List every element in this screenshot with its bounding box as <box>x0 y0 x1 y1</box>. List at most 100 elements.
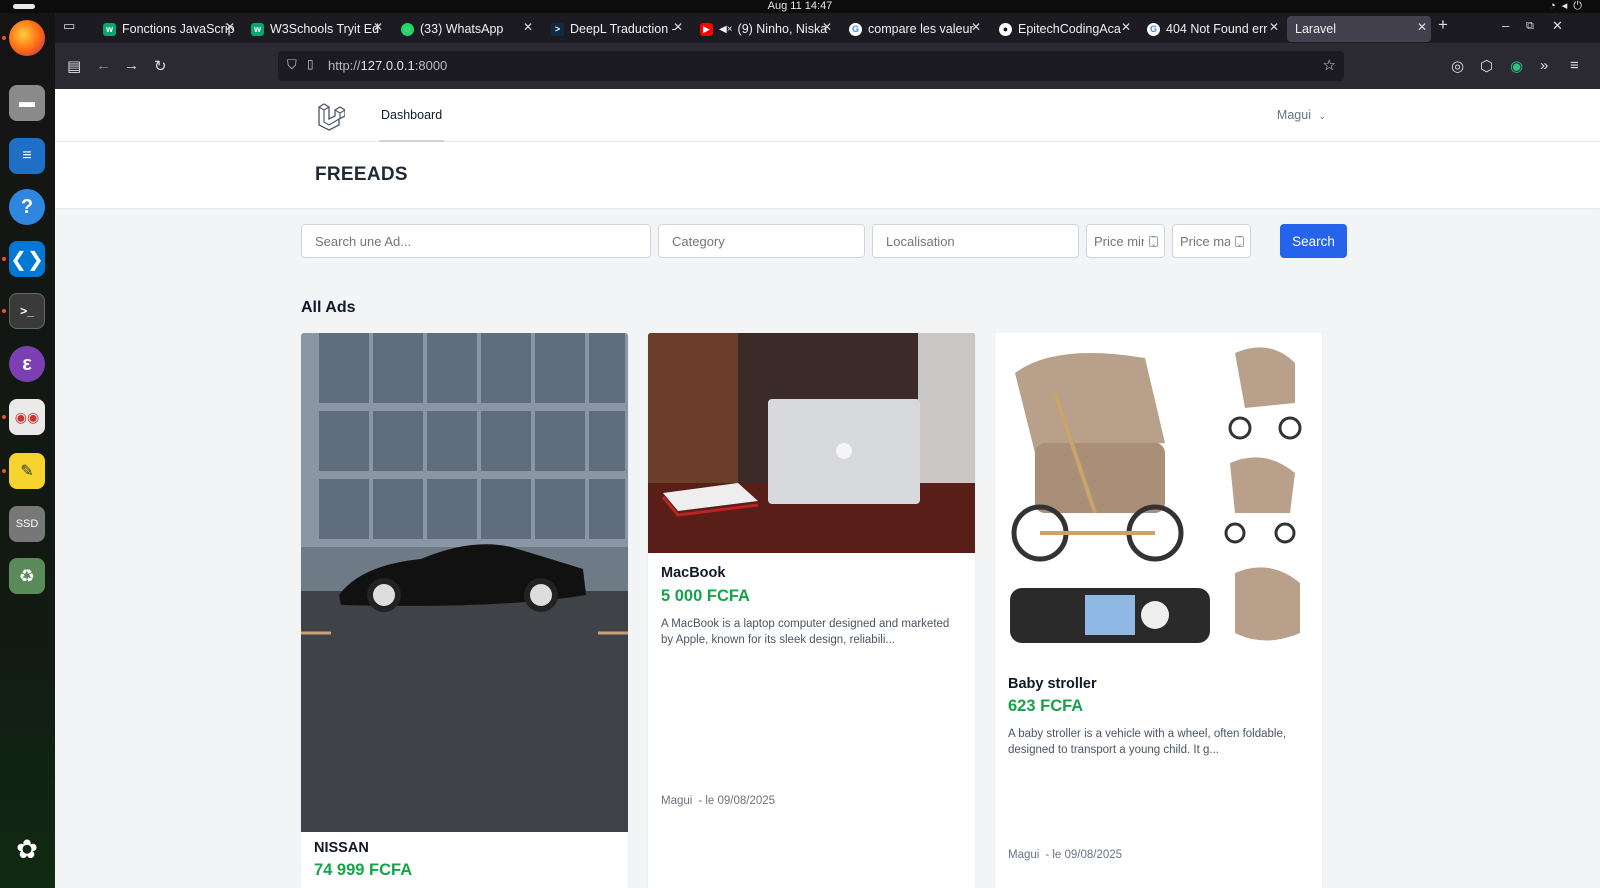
new-tab-icon[interactable]: + <box>1438 15 1448 35</box>
trash-icon[interactable]: ♻ <box>9 558 45 594</box>
ad-image-stroller[interactable] <box>995 333 1322 663</box>
ad-author: Magui <box>661 795 693 807</box>
browser-tab[interactable]: ● EpitechCodingAca ✕ <box>991 16 1135 42</box>
nav-dashboard-link[interactable]: Dashboard <box>379 89 445 142</box>
ad-title[interactable]: Baby stroller <box>1008 676 1097 692</box>
google-icon: G <box>849 22 862 36</box>
url-text: http://127.0.0.1:8000 <box>328 58 448 73</box>
w3schools-icon: w <box>103 22 116 36</box>
system-clock[interactable]: Aug 11 14:47 <box>0 0 1600 12</box>
writer-icon[interactable]: ≡ <box>9 138 45 174</box>
tab-close-icon[interactable]: ✕ <box>1417 20 1427 34</box>
location-input[interactable] <box>872 224 1079 258</box>
tab-label: EpitechCodingAca <box>1018 22 1121 36</box>
search-button[interactable]: Search <box>1280 224 1347 258</box>
emacs-icon[interactable]: ε <box>9 346 45 382</box>
reload-icon[interactable]: ↻ <box>154 57 167 75</box>
ad-card[interactable]: Baby stroller 623 FCFA A baby stroller i… <box>995 333 1322 888</box>
tab-label: Fonctions JavaScrip <box>122 22 235 36</box>
extensions-icon[interactable]: ⬡ <box>1480 57 1493 75</box>
tab-close-icon[interactable]: ✕ <box>1269 20 1279 34</box>
price-max-stepper-icon[interactable]: ⌃ ⌄ <box>1235 236 1244 248</box>
restore-icon[interactable]: ⧉ <box>1526 20 1534 33</box>
user-name: Magui <box>1276 108 1311 122</box>
browser-tab-bar: ▭ w Fonctions JavaScrip ✕ w W3Schools Tr… <box>55 13 1600 43</box>
tab-close-icon[interactable]: ✕ <box>971 20 981 34</box>
browser-tab[interactable]: G 404 Not Found err ✕ <box>1139 16 1283 42</box>
google-icon: G <box>1147 22 1160 36</box>
section-title: All Ads <box>301 299 356 316</box>
ad-meta: Magui - le 09/08/2025 <box>661 795 775 807</box>
ad-description: A MacBook is a laptop computer designed … <box>661 618 950 646</box>
bookmark-star-icon[interactable]: ☆ <box>1323 56 1336 74</box>
tab-close-icon[interactable]: ✕ <box>1121 20 1131 34</box>
browser-tab[interactable]: ◌ (33) WhatsApp ✕ <box>393 16 537 42</box>
power-icon: ⏻ <box>1573 0 1588 12</box>
user-menu[interactable]: Magui ⌄ <box>1277 108 1326 122</box>
ad-date: - le 09/08/2025 <box>698 795 776 807</box>
ad-image-laptop[interactable] <box>648 333 975 553</box>
overflow-icon[interactable]: » <box>1540 57 1548 74</box>
browser-tab[interactable]: w W3Schools Tryit Ed ✕ <box>243 16 387 42</box>
back-icon[interactable]: ← <box>96 57 111 74</box>
minimize-icon[interactable]: – <box>1502 18 1509 33</box>
page-icon: ▯ <box>307 57 314 71</box>
running-indicator <box>2 309 6 313</box>
forward-icon[interactable]: → <box>124 57 139 74</box>
ad-title[interactable]: NISSAN <box>314 840 369 856</box>
browser-tab[interactable]: G compare les valeur ✕ <box>841 16 985 42</box>
tab-overview-icon[interactable]: ▭ <box>63 18 75 34</box>
document-viewer-icon[interactable]: ◉◉ <box>9 399 45 435</box>
app-navigation: Dashboard Magui ⌄ <box>55 89 1600 142</box>
account-icon[interactable]: ◎ <box>1451 57 1464 75</box>
address-bar[interactable]: ⛉ ▯ http://127.0.0.1:8000 ☆ <box>278 51 1344 81</box>
firefox-icon[interactable] <box>9 20 45 56</box>
ad-card[interactable]: MacBook 5 000 FCFA A MacBook is a laptop… <box>648 333 975 888</box>
search-input[interactable] <box>301 224 651 258</box>
tab-close-icon[interactable]: ✕ <box>373 20 383 34</box>
browser-tab[interactable]: w Fonctions JavaScrip ✕ <box>95 16 239 42</box>
running-indicator <box>2 36 6 40</box>
running-indicator <box>2 257 6 261</box>
files-icon[interactable]: ▬ <box>9 85 45 121</box>
browser-tab[interactable]: > DeepL Traduction - ✕ <box>543 16 687 42</box>
ad-card[interactable]: NISSAN 74 999 FCFA <box>301 333 628 888</box>
tab-close-icon[interactable]: ✕ <box>523 20 533 34</box>
category-input[interactable] <box>658 224 865 258</box>
running-indicator <box>2 415 6 419</box>
show-apps-icon[interactable]: ✿ <box>9 831 45 867</box>
shield-icon[interactable]: ⛉ <box>287 57 297 73</box>
sidebar-toggle-icon[interactable]: ▤ <box>67 57 81 75</box>
web-page: Dashboard Magui ⌄ FREEADS ⌃⌄ ⌃⌄ Search A… <box>55 89 1600 888</box>
browser-tab[interactable]: ▶ ◀× (9) Ninho, Niska ✕ <box>692 16 836 42</box>
vscode-icon[interactable]: ❮❯ <box>9 241 45 277</box>
browser-tab-active[interactable]: Laravel ✕ <box>1287 16 1431 42</box>
ssd-drive-icon[interactable]: SSD <box>9 506 45 542</box>
laravel-logo-icon[interactable] <box>315 101 345 131</box>
muted-speaker-icon[interactable]: ◀× <box>719 24 733 35</box>
deepl-icon: > <box>551 22 564 36</box>
tab-close-icon[interactable]: ✕ <box>225 20 235 34</box>
ad-author: Magui <box>1008 849 1040 861</box>
menu-icon[interactable]: ≡ <box>1570 57 1579 74</box>
page-title: FREEADS <box>315 164 408 185</box>
ad-title[interactable]: MacBook <box>661 565 725 581</box>
volume-icon: ◂ <box>1561 0 1574 12</box>
w3schools-icon: w <box>251 22 264 36</box>
tab-label: (33) WhatsApp <box>420 22 504 36</box>
ad-image-car[interactable] <box>301 333 628 832</box>
youtube-icon: ▶ <box>700 22 713 36</box>
tab-close-icon[interactable]: ✕ <box>673 20 683 34</box>
terminal-icon[interactable]: >_ <box>9 293 45 329</box>
price-min-stepper-icon[interactable]: ⌃ ⌄ <box>1149 236 1158 248</box>
tab-close-icon[interactable]: ✕ <box>822 20 832 34</box>
close-window-icon[interactable]: ✕ <box>1552 18 1563 34</box>
system-tray[interactable]: ◔◂⏻ <box>1549 0 1588 12</box>
help-icon[interactable]: ? <box>9 189 45 225</box>
page-header: FREEADS <box>55 142 1600 208</box>
system-top-bar: Aug 11 14:47 ◔◂⏻ <box>0 0 1600 13</box>
text-editor-icon[interactable]: ✎ <box>9 453 45 489</box>
github-icon: ● <box>999 22 1012 36</box>
tab-label: Laravel <box>1295 22 1336 36</box>
extension-eye-icon[interactable]: ◉ <box>1510 57 1523 75</box>
